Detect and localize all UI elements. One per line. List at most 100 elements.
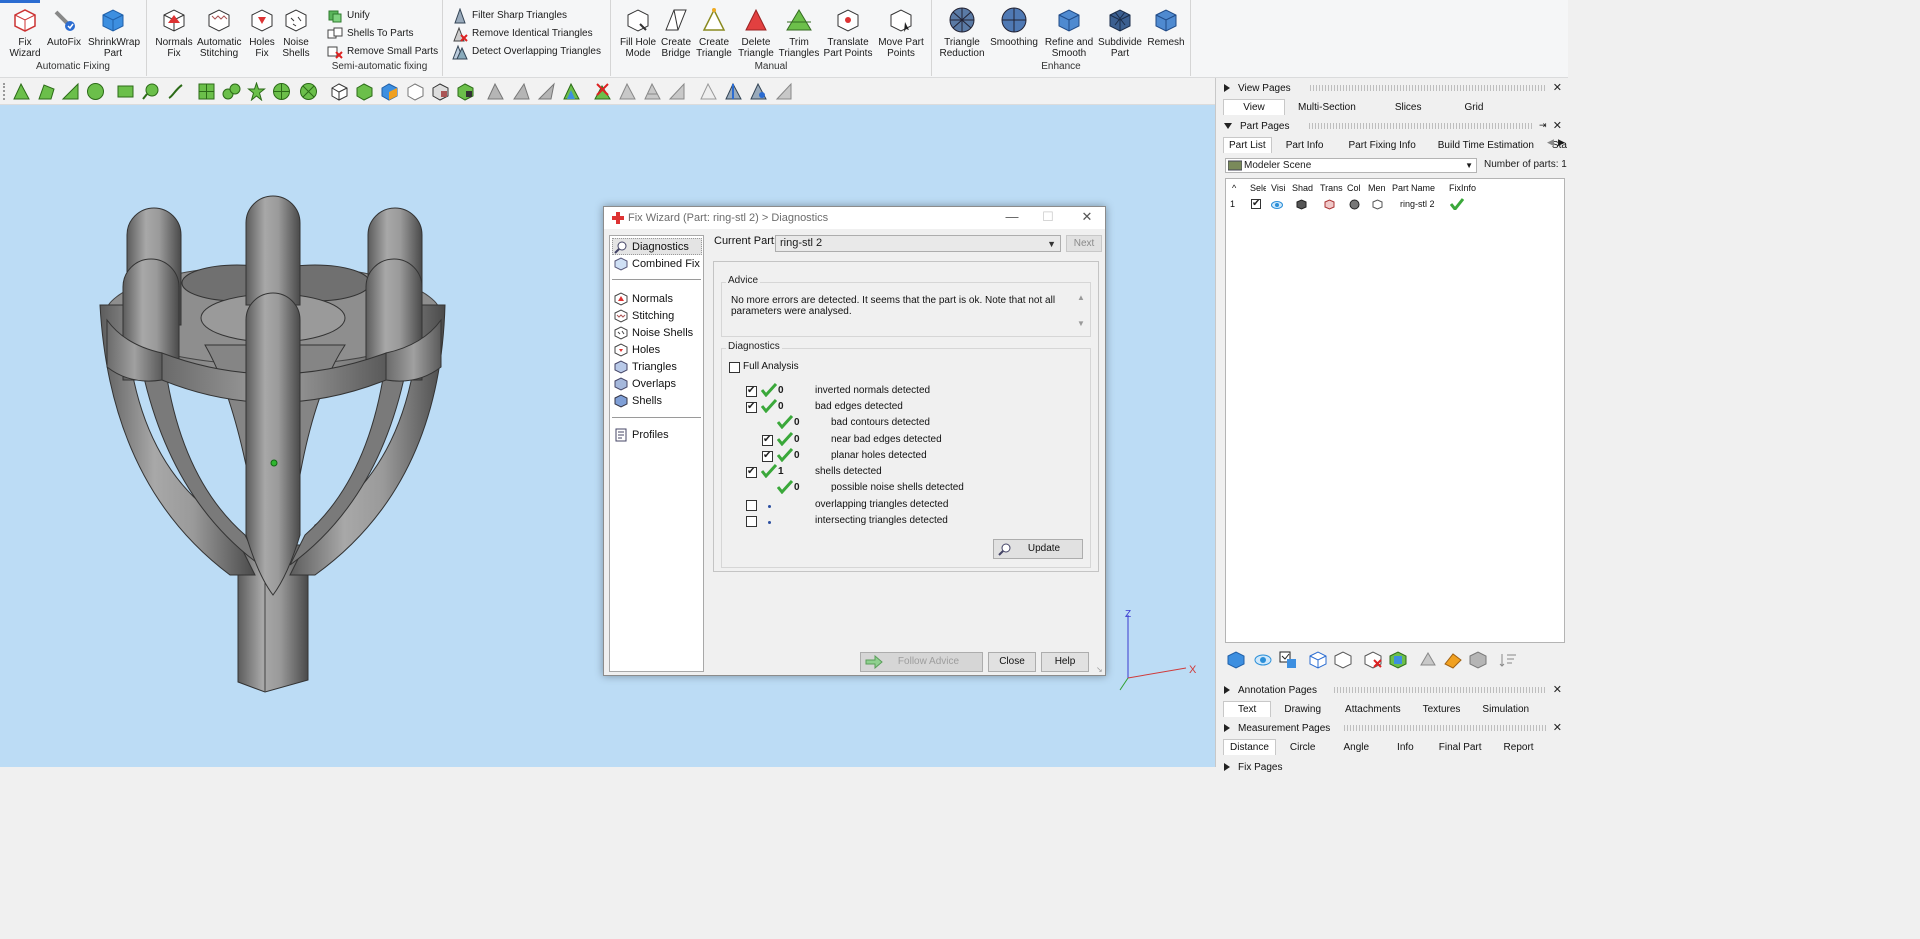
grey-triangle-3-icon[interactable] bbox=[537, 82, 556, 101]
nav-item-profiles[interactable]: Profiles bbox=[614, 427, 669, 443]
scene-dropdown[interactable]: Modeler Scene ▼ bbox=[1225, 158, 1477, 173]
sort-list-icon[interactable] bbox=[1498, 650, 1518, 670]
tab-part-fixing-info[interactable]: Part Fixing Info bbox=[1338, 137, 1427, 153]
rectangle-select-icon[interactable] bbox=[116, 82, 135, 101]
part-pages-close-icon[interactable]: ✕ bbox=[1553, 119, 1562, 132]
star-select-icon[interactable] bbox=[247, 82, 266, 101]
fix-pages-header[interactable]: Fix Pages bbox=[1224, 760, 1282, 774]
lasso-select-icon[interactable] bbox=[141, 82, 160, 101]
select-plane-icon[interactable] bbox=[61, 82, 80, 101]
tab-info[interactable]: Info bbox=[1383, 739, 1428, 755]
smoothing-button[interactable]: Smoothing bbox=[990, 4, 1038, 48]
brush-select-icon[interactable] bbox=[166, 82, 185, 101]
tab-circle[interactable]: Circle bbox=[1276, 739, 1330, 755]
col-header-select[interactable]: Sele bbox=[1250, 183, 1266, 193]
cube-view-2-icon[interactable] bbox=[355, 82, 374, 101]
colored-triangle-icon[interactable] bbox=[562, 82, 581, 101]
shells-to-parts-button[interactable]: Shells To Parts bbox=[327, 25, 414, 42]
filter-sharp-triangles-button[interactable]: Filter Sharp Triangles bbox=[452, 7, 567, 24]
color-circle-icon[interactable] bbox=[1349, 199, 1360, 210]
triangle-reduction-button[interactable]: Triangle Reduction bbox=[937, 4, 987, 59]
intersecting-triangles-checkbox[interactable] bbox=[746, 516, 757, 527]
tab-textures[interactable]: Textures bbox=[1412, 701, 1472, 717]
cube-view-3-icon[interactable] bbox=[380, 82, 399, 101]
measurement-pages-header[interactable]: Measurement Pages bbox=[1224, 721, 1330, 735]
tab-angle[interactable]: Angle bbox=[1329, 739, 1383, 755]
tab-grid[interactable]: Grid bbox=[1448, 99, 1501, 115]
full-analysis-checkbox[interactable] bbox=[729, 362, 740, 373]
close-button[interactable]: Close bbox=[988, 652, 1036, 672]
tab-text[interactable]: Text bbox=[1223, 701, 1272, 717]
maximize-button[interactable]: ☐ bbox=[1036, 210, 1060, 226]
subdivide-part-button[interactable]: Subdivide Part bbox=[1098, 4, 1142, 59]
nav-item-noise-shells[interactable]: Noise Shells bbox=[614, 325, 693, 341]
resize-grip-icon[interactable]: ↘ bbox=[1096, 666, 1104, 674]
inverted-normals-checkbox[interactable] bbox=[746, 385, 757, 397]
planar-holes-checkbox[interactable] bbox=[762, 450, 773, 462]
grey-triangle-2-icon[interactable] bbox=[512, 82, 531, 101]
cube-view-6-icon[interactable] bbox=[456, 82, 475, 101]
sphere-select-icon[interactable] bbox=[272, 82, 291, 101]
translate-part-points-button[interactable]: Translate Part Points bbox=[823, 4, 873, 59]
undock-icon[interactable]: ⇥ bbox=[1539, 120, 1547, 131]
shells-checkbox[interactable] bbox=[746, 466, 757, 478]
remove-part-icon[interactable] bbox=[1363, 650, 1383, 670]
tab-report[interactable]: Report bbox=[1493, 739, 1545, 755]
annotation-pages-close-icon[interactable]: ✕ bbox=[1553, 683, 1562, 696]
grey-tool-2-icon[interactable] bbox=[643, 82, 662, 101]
mesh-cube-icon[interactable] bbox=[1372, 199, 1383, 210]
measure-triangle-icon[interactable] bbox=[724, 82, 743, 101]
tab-build-time-estimation[interactable]: Build Time Estimation bbox=[1427, 137, 1545, 153]
tabs-scroll-left-icon[interactable]: ◀ bbox=[1547, 137, 1554, 148]
grid-select-icon[interactable] bbox=[197, 82, 216, 101]
remove-small-parts-button[interactable]: Remove Small Parts bbox=[327, 43, 438, 60]
sort-arrow-icon[interactable]: ^ bbox=[1232, 183, 1236, 193]
col-header-part-name[interactable]: Part Name bbox=[1392, 183, 1435, 193]
copy-part-icon[interactable] bbox=[1333, 650, 1353, 670]
part-pages-header[interactable]: Part Pages bbox=[1224, 119, 1289, 133]
select-shell-icon[interactable] bbox=[86, 82, 105, 101]
annotation-pages-header[interactable]: Annotation Pages bbox=[1224, 683, 1317, 697]
tab-simulation[interactable]: Simulation bbox=[1471, 701, 1540, 717]
remove-identical-triangles-button[interactable]: Remove Identical Triangles bbox=[452, 25, 593, 42]
select-triangle-icon[interactable] bbox=[12, 82, 31, 101]
dialog-close-x-button[interactable]: ✕ bbox=[1075, 210, 1099, 226]
nav-item-combined-fix[interactable]: Combined Fix bbox=[614, 256, 700, 272]
create-triangle-button[interactable]: Create Triangle bbox=[692, 4, 736, 59]
transparency-cube-icon[interactable] bbox=[1324, 199, 1335, 210]
invert-selection-icon[interactable] bbox=[1278, 650, 1298, 670]
measurement-pages-close-icon[interactable]: ✕ bbox=[1553, 721, 1562, 734]
tab-final-part[interactable]: Final Part bbox=[1428, 739, 1493, 755]
view-triangle-icon[interactable] bbox=[749, 82, 768, 101]
bad-edges-checkbox[interactable] bbox=[746, 401, 757, 413]
current-part-dropdown[interactable]: ring-stl 2 ▼ bbox=[775, 235, 1061, 252]
shrinkwrap-button[interactable]: ShrinkWrap Part bbox=[88, 4, 140, 59]
shading-cube-icon[interactable] bbox=[1296, 199, 1307, 210]
nav-item-overlaps[interactable]: Overlaps bbox=[614, 376, 676, 392]
trim-triangles-button[interactable]: Trim Triangles bbox=[777, 4, 821, 59]
tab-slices[interactable]: Slices bbox=[1369, 99, 1448, 115]
help-button[interactable]: Help bbox=[1041, 652, 1089, 672]
grey-tool-a-icon[interactable] bbox=[1418, 650, 1438, 670]
visible-eye-icon[interactable] bbox=[1271, 200, 1283, 210]
minimize-button[interactable]: — bbox=[1000, 210, 1024, 226]
noise-shells-button[interactable]: Noise Shells bbox=[274, 4, 318, 59]
row-select-checkbox[interactable] bbox=[1251, 198, 1261, 209]
grey-cube-icon[interactable] bbox=[1468, 650, 1488, 670]
tab-distance[interactable]: Distance bbox=[1223, 739, 1276, 755]
cube-view-4-icon[interactable] bbox=[406, 82, 425, 101]
follow-advice-button[interactable]: Follow Advice bbox=[860, 652, 983, 672]
update-button[interactable]: Update bbox=[993, 539, 1083, 559]
merge-parts-icon[interactable] bbox=[1388, 650, 1408, 670]
grey-tool-4-icon[interactable] bbox=[775, 82, 794, 101]
select-surface-icon[interactable] bbox=[37, 82, 56, 101]
orange-plane-icon[interactable] bbox=[1443, 650, 1463, 670]
advice-scroll-up[interactable]: ▲ bbox=[1076, 293, 1086, 302]
remesh-button[interactable]: Remesh bbox=[1144, 4, 1188, 48]
detect-overlapping-triangles-button[interactable]: Detect Overlapping Triangles bbox=[452, 43, 601, 60]
tab-part-list[interactable]: Part List bbox=[1223, 137, 1272, 153]
nav-item-normals[interactable]: Normals bbox=[614, 291, 673, 307]
col-header-mesh[interactable]: Men bbox=[1368, 183, 1388, 193]
outline-triangle-icon[interactable] bbox=[699, 82, 718, 101]
grey-triangle-1-icon[interactable] bbox=[486, 82, 505, 101]
